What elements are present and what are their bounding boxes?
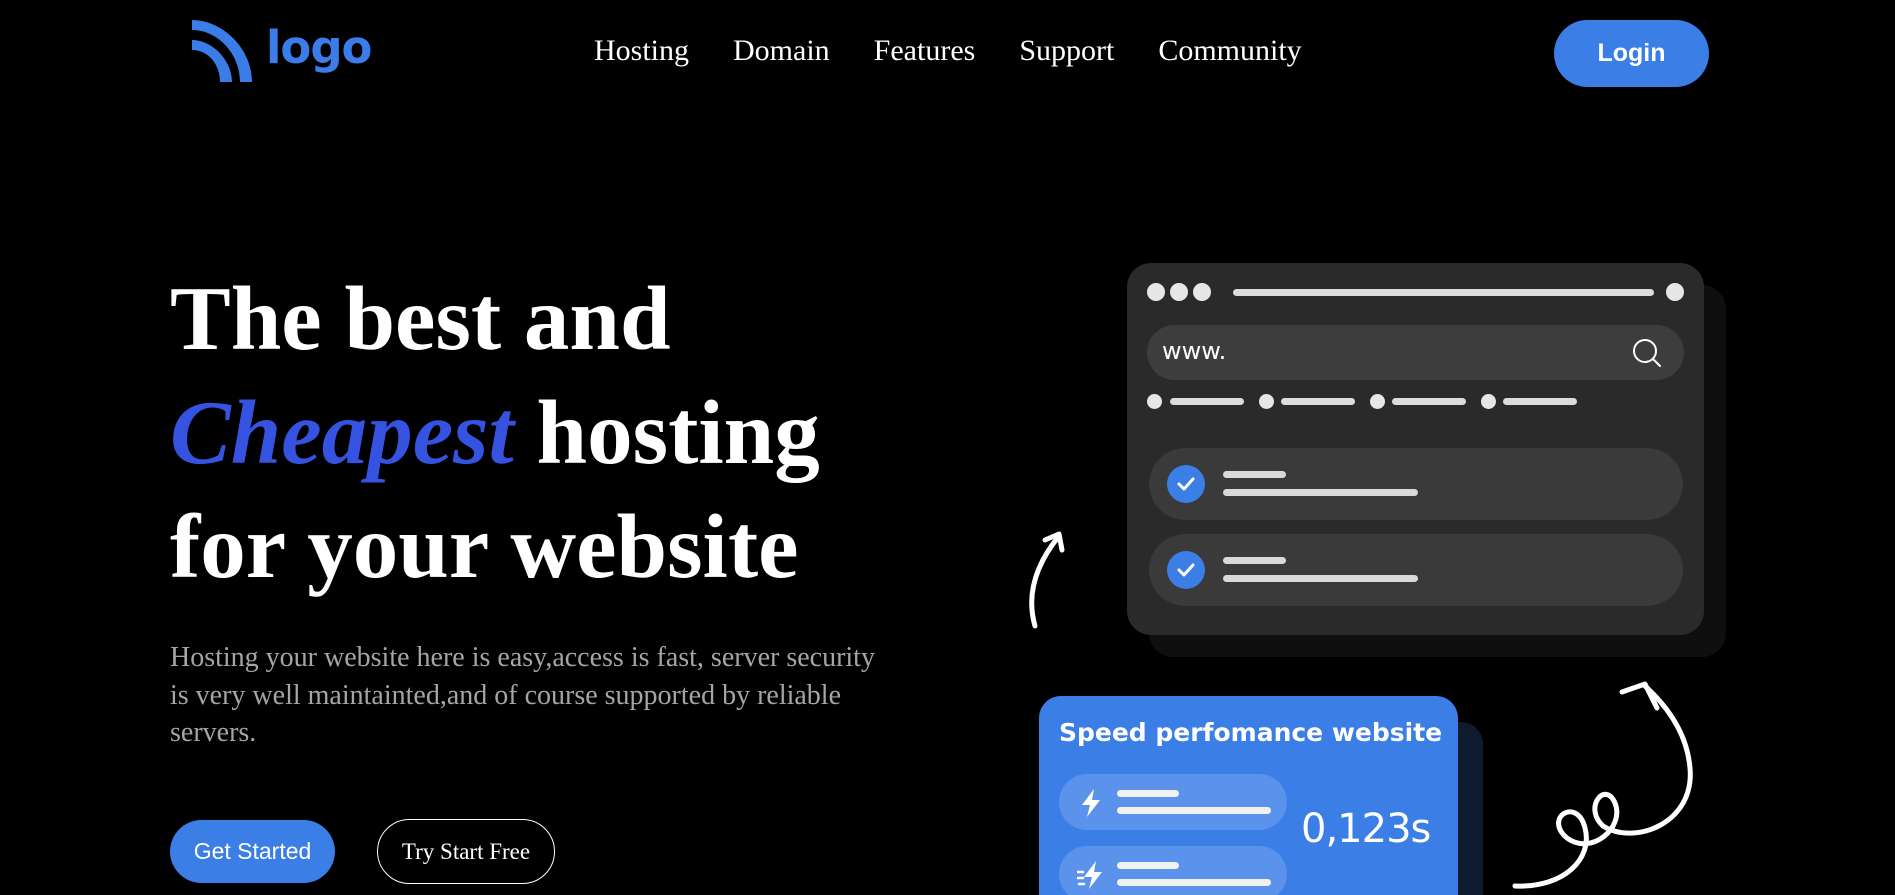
get-started-button[interactable]: Get Started — [170, 820, 335, 883]
menu-line — [1503, 398, 1577, 405]
window-dot — [1147, 283, 1165, 301]
speed-card: Speed perfomance website 0,123s — [1039, 696, 1458, 895]
main-nav: Hosting Domain Features Support Communit… — [594, 34, 1302, 68]
search-icon[interactable] — [1632, 338, 1662, 368]
nav-features[interactable]: Features — [874, 34, 976, 68]
menu-line — [1281, 398, 1355, 405]
curved-arrow-icon — [1029, 531, 1065, 629]
check-icon — [1167, 551, 1205, 589]
list-item — [1149, 534, 1683, 606]
speed-value: 0,123s — [1301, 806, 1431, 852]
fast-lightning-icon — [1077, 861, 1102, 889]
logo[interactable]: logo — [188, 20, 372, 82]
logo-text: logo — [266, 20, 372, 74]
menu-line — [1170, 398, 1244, 405]
hero-title-line2-rest: hosting — [513, 382, 820, 483]
placeholder-line — [1117, 790, 1179, 797]
nav-domain[interactable]: Domain — [733, 34, 830, 68]
window-dot — [1666, 283, 1684, 301]
menu-dot — [1481, 394, 1496, 409]
lightning-icon — [1082, 789, 1100, 817]
url-text: www. — [1162, 337, 1227, 365]
menu-dot — [1370, 394, 1385, 409]
placeholder-line — [1223, 575, 1418, 582]
speed-card-title: Speed perfomance website — [1059, 718, 1443, 747]
check-icon — [1167, 465, 1205, 503]
nav-support[interactable]: Support — [1019, 34, 1114, 68]
url-bar[interactable]: www. — [1147, 325, 1684, 380]
placeholder-line — [1223, 557, 1286, 564]
speed-row — [1059, 774, 1287, 830]
placeholder-line — [1223, 489, 1418, 496]
placeholder-line — [1117, 807, 1271, 814]
wifi-signal-icon — [192, 20, 252, 82]
window-dot — [1193, 283, 1211, 301]
placeholder-line — [1117, 879, 1271, 886]
hero-title-line3: for your website — [170, 496, 799, 597]
menu-dot — [1147, 394, 1162, 409]
login-button[interactable]: Login — [1554, 20, 1709, 87]
menu-dot — [1259, 394, 1274, 409]
hero-title-line1: The best and — [170, 268, 671, 369]
loop-arrow-icon — [1512, 681, 1693, 889]
speed-row — [1059, 846, 1287, 895]
hero-title-line2: Cheapest hosting — [170, 376, 820, 490]
try-start-free-button[interactable]: Try Start Free — [377, 819, 555, 884]
title-bar-line — [1233, 289, 1654, 296]
browser-mockup: www. — [1127, 263, 1704, 635]
placeholder-line — [1223, 471, 1286, 478]
hero-description: Hosting your website here is easy,access… — [170, 642, 875, 748]
list-item — [1149, 448, 1683, 520]
hero-title: The best and Cheapest hosting for your w… — [170, 262, 820, 604]
placeholder-line — [1117, 862, 1179, 869]
nav-community[interactable]: Community — [1158, 34, 1301, 68]
window-dot — [1170, 283, 1188, 301]
menu-line — [1392, 398, 1466, 405]
nav-hosting[interactable]: Hosting — [594, 34, 689, 68]
hero-title-accent: Cheapest — [170, 382, 514, 483]
